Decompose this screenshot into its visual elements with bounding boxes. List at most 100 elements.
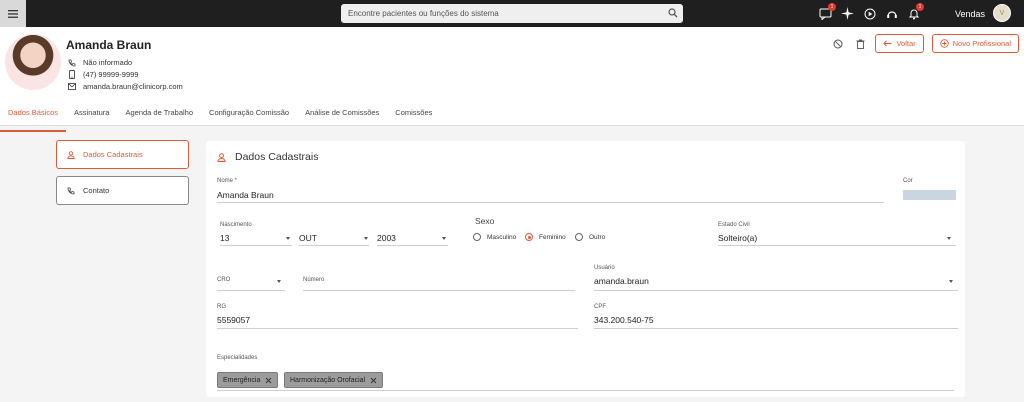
radio-outro[interactable] [575,233,583,241]
radio-label: Feminino [539,234,566,241]
support-button[interactable] [884,6,899,21]
especialidades-underline [217,390,954,391]
support-icon [886,10,897,18]
mobile-icon [69,70,75,79]
tab-assinatura[interactable]: Assinatura [66,107,117,126]
ano-select[interactable]: 2003 [377,233,396,243]
arrow-left-icon [883,40,892,47]
phone-icon [68,59,76,66]
chevron-down-icon [277,280,281,283]
phone-row: (47) 99999-9999 [68,70,138,79]
numero-input[interactable] [303,290,575,291]
nome-input[interactable]: Amanda Braun [217,190,274,200]
close-icon[interactable] [370,377,377,384]
cpf-underline [594,328,958,329]
play-icon [864,8,875,19]
usuario-label: Usuário [594,265,615,271]
search-placeholder: Encontre pacientes ou funções do sistema [348,9,499,18]
tab-configuracao-comissao[interactable]: Configuração Comissão [201,107,297,126]
sexo-label: Sexo [475,216,495,226]
new-professional-label: Novo Profissional [952,39,1011,48]
chip-label: Harmonização Orofacial [290,376,366,384]
cpf-input[interactable]: 343.200.540-75 [594,315,654,325]
search-icon [668,8,678,18]
dia-select[interactable]: 13 [220,233,229,243]
ai-button[interactable] [840,6,855,21]
radio-feminino[interactable] [525,233,533,241]
gender-info: Não informado [83,58,133,67]
cor-swatch[interactable] [903,190,956,200]
side-item-dados-cadastrais[interactable]: Dados Cadastrais [56,140,189,169]
card-title: Dados Cadastrais [217,151,318,163]
user-avatar[interactable]: V [993,4,1011,22]
especialidade-chip: Harmonização Orofacial [284,372,384,388]
usuario-underline [594,290,958,291]
cro-label: CRO [217,277,231,283]
nome-underline [217,202,884,203]
card-title-text: Dados Cadastrais [235,151,319,163]
play-button[interactable] [862,6,877,21]
back-button[interactable]: Voltar [875,34,924,53]
usuario-select[interactable]: amanda.braun [594,276,649,286]
tab-agenda-de-trabalho[interactable]: Agenda de Trabalho [117,107,201,126]
estado-civil-label: Estado Civil [718,222,750,228]
estado-civil-select[interactable]: Solteiro(a) [718,233,757,243]
messages-button[interactable]: 1 [818,3,836,21]
delete-button[interactable] [853,37,867,51]
profile-photo [5,34,61,90]
cpf-label: CPF [594,304,606,310]
email-icon [68,83,76,90]
back-label: Voltar [896,39,916,48]
chevron-down-icon [949,280,953,283]
radio-label: Masculino [487,234,517,241]
profile-name: Amanda Braun [66,38,152,52]
profile-header: Amanda Braun Não informado (47) 99999-99… [0,27,1024,132]
user-label[interactable]: Vendas [955,9,985,19]
radio-label: Outro [589,234,606,241]
cro-underline[interactable] [217,290,285,291]
search-input[interactable]: Encontre pacientes ou funções do sistema [341,4,683,23]
phone-icon [67,187,75,194]
rg-input[interactable]: 5559057 [217,315,250,325]
nome-label: Nome * [217,178,238,184]
notifications-button[interactable]: 1 [906,3,924,21]
trash-icon [856,39,865,49]
side-item-label: Contato [83,186,110,195]
messages-badge: 1 [828,3,836,11]
ano-underline [377,245,448,246]
new-professional-button[interactable]: Novo Profissional [931,34,1019,53]
side-item-label: Dados Cadastrais [83,150,143,159]
user-icon [67,150,75,159]
menu-icon [8,9,18,18]
notifications-badge: 1 [916,3,924,11]
side-item-contato[interactable]: Contato [56,176,189,205]
estado-civil-underline [718,245,956,246]
mes-select[interactable]: OUT [299,233,317,243]
especialidade-chip: Emergência [217,372,279,388]
radio-masculino[interactable] [473,233,481,241]
user-icon [217,152,226,162]
block-button[interactable] [831,37,845,51]
plus-circle-icon [939,39,949,48]
tab-comissoes[interactable]: Comissões [387,107,440,126]
tab-analise-de-comissoes[interactable]: Análise de Comissões [297,107,387,126]
chevron-down-icon [364,237,368,240]
mes-underline [299,245,369,246]
chevron-down-icon [947,237,951,240]
tab-dados-basicos[interactable]: Dados Básicos [0,107,67,132]
gender-info-row: Não informado [68,58,132,67]
cor-label: Cor [903,178,913,184]
tab-bar: Dados Básicos Assinatura Agenda de Traba… [0,107,440,132]
nascimento-label: Nascimento [220,222,252,228]
chevron-down-icon [442,237,446,240]
menu-button[interactable] [0,0,26,27]
top-bar: Encontre pacientes ou funções do sistema… [0,0,1024,27]
email-address: amanda.braun@clinicorp.com [83,82,183,91]
phone-number: (47) 99999-9999 [83,70,139,79]
rg-underline [217,328,578,329]
block-icon [833,39,843,48]
especialidades-label: Especialidades [217,355,258,361]
chip-label: Emergência [223,376,261,384]
close-icon[interactable] [265,377,272,384]
chevron-down-icon [286,237,290,240]
